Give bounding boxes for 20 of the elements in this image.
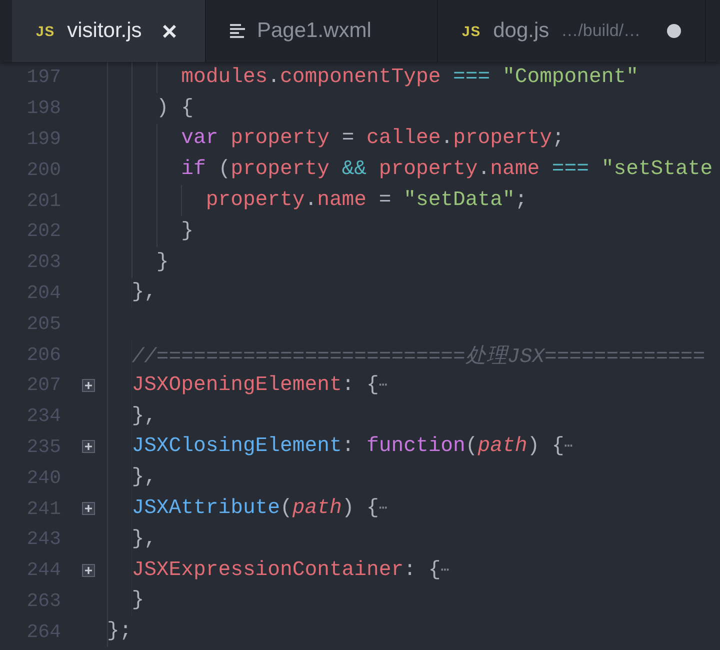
close-icon[interactable]: × — [162, 18, 177, 44]
plus-icon — [84, 442, 93, 452]
fold-button[interactable] — [82, 564, 95, 577]
fold-button[interactable] — [82, 502, 95, 516]
editor-tab[interactable]: JS dog.js …/build/… — [438, 0, 706, 62]
fold-button[interactable] — [82, 440, 95, 454]
text-lines-icon — [230, 24, 245, 38]
tab-label: Page1.wxml — [257, 19, 372, 43]
code-comment: //=========================处理JSX============= — [107, 339, 706, 370]
editor-tab[interactable]: Page1.wxml — [206, 0, 438, 62]
editor-tab[interactable]: JS visitor.js × — [12, 0, 206, 62]
plus-icon — [84, 380, 93, 390]
tab-label: visitor.js — [67, 19, 142, 43]
fold-button[interactable] — [82, 378, 95, 392]
plus-icon — [84, 566, 93, 575]
tab-path: …/build/… — [561, 21, 641, 41]
tab-label: dog.js — [493, 19, 550, 43]
js-file-icon: JS — [462, 23, 482, 39]
js-file-icon: JS — [36, 23, 56, 39]
plus-icon — [84, 504, 93, 514]
